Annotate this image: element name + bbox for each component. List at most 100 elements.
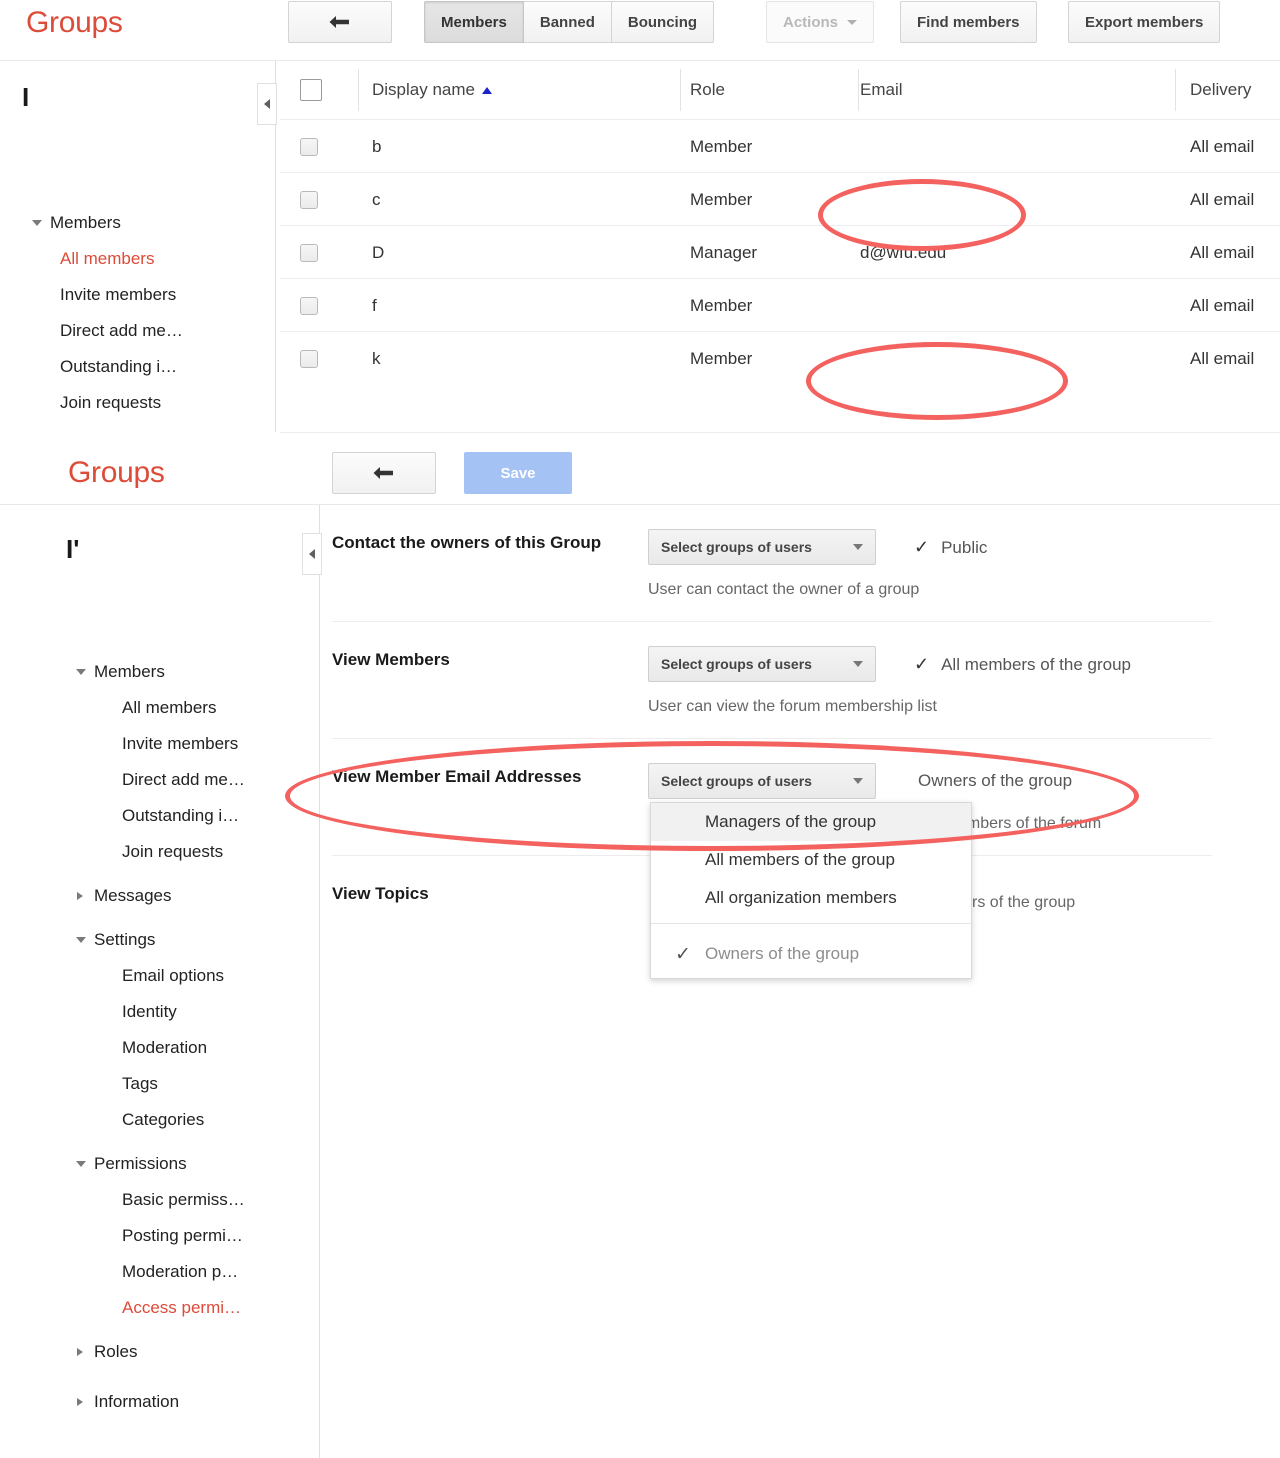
cell-email	[860, 279, 1160, 332]
sidebar-item-all-members[interactable]: All members	[76, 690, 245, 726]
sidebar-group-permissions[interactable]: Permissions	[76, 1146, 245, 1182]
sidebar-item-outstanding-invites[interactable]: Outstanding i…	[76, 798, 245, 834]
column-header-display-name[interactable]: Display name	[372, 61, 652, 119]
sidebar-group-information-label: Information	[94, 1392, 179, 1412]
sidebar-item-invite-members[interactable]: Invite members	[76, 726, 245, 762]
sidebar-group-messages[interactable]: Messages	[76, 878, 245, 914]
export-members-button[interactable]: Export members	[1068, 1, 1220, 43]
sidebar-item-access-permissions[interactable]: Access permi…	[76, 1290, 245, 1326]
save-button[interactable]: Save	[464, 452, 572, 494]
save-button-inner[interactable]: Save	[464, 452, 572, 494]
back-button-2[interactable]	[332, 452, 436, 494]
row-checkbox-cell	[300, 279, 348, 332]
menu-item-all-members-of-the-group[interactable]: All members of the group	[651, 841, 971, 879]
back-button[interactable]	[288, 1, 392, 43]
sidebar-item-tags[interactable]: Tags	[76, 1066, 245, 1102]
sidebar-item-basic-permissions[interactable]: Basic permiss…	[76, 1182, 245, 1218]
sidebar-item-all-members[interactable]: All members	[32, 241, 183, 277]
sidebar-group-settings[interactable]: Settings	[76, 922, 245, 958]
export-members-inner[interactable]: Export members	[1068, 1, 1220, 43]
table-header-row: Display name Role Email Delivery	[280, 61, 1280, 119]
row-checkbox-cell	[300, 332, 348, 385]
cell-role: Manager	[690, 226, 850, 279]
sidebar-group-roles[interactable]: Roles	[76, 1334, 245, 1370]
triangle-down-icon	[76, 937, 94, 943]
table-row[interactable]: b Member All email	[280, 119, 1280, 172]
sidebar-item-direct-add-members[interactable]: Direct add me…	[76, 762, 245, 798]
cell-display-name: k	[372, 332, 652, 385]
select-groups-of-users-dropdown[interactable]: Select groups of users	[648, 529, 876, 565]
find-members-button[interactable]: Find members	[900, 1, 1037, 43]
tab-bouncing[interactable]: Bouncing	[612, 1, 714, 43]
sidebar-item-moderation-permissions[interactable]: Moderation p…	[76, 1254, 245, 1290]
sidebar-collapse-button[interactable]	[257, 83, 277, 125]
column-header-role[interactable]: Role	[690, 61, 850, 119]
sidebar-item-basic-permissions-label: Basic permiss…	[76, 1190, 245, 1210]
setting-help-text: User can contact the owner of a group	[648, 581, 1212, 599]
setting-label: View Members	[332, 648, 622, 672]
sidebar-item-invite-members-label: Invite members	[76, 734, 238, 754]
setting-row-contact-owners: Contact the owners of this Group Select …	[332, 505, 1212, 622]
sidebar-item-direct-add-members-label: Direct add me…	[32, 321, 183, 341]
sidebar-item-tags-label: Tags	[76, 1074, 158, 1094]
table-row[interactable]: f Member All email	[280, 278, 1280, 331]
sidebar-group-members[interactable]: Members	[76, 654, 245, 690]
back-button-inner[interactable]	[288, 1, 392, 43]
group-name-label: I	[22, 82, 29, 113]
sidebar-item-email-options[interactable]: Email options	[76, 958, 245, 994]
sidebar-collapse-button-2[interactable]	[302, 533, 322, 575]
menu-separator	[651, 923, 971, 924]
sidebar-item-outstanding-invites[interactable]: Outstanding i…	[32, 349, 183, 385]
chevron-down-icon	[853, 661, 863, 667]
sidebar-item-moderation-permissions-label: Moderation p…	[76, 1262, 238, 1282]
back-button-2-inner[interactable]	[332, 452, 436, 494]
col-divider	[858, 69, 859, 111]
find-members-inner[interactable]: Find members	[900, 1, 1037, 43]
tab-members[interactable]: Members	[424, 1, 524, 43]
sidebar-item-invite-members[interactable]: Invite members	[32, 277, 183, 313]
cell-display-name: D	[372, 226, 652, 279]
sidebar-item-categories[interactable]: Categories	[76, 1102, 245, 1138]
select-groups-label: Select groups of users	[661, 656, 812, 672]
select-all-checkbox-cell	[300, 61, 348, 119]
row-checkbox[interactable]	[300, 138, 318, 156]
table-row[interactable]: k Member All email	[280, 331, 1280, 384]
menu-item-all-organization-members[interactable]: All organization members	[651, 879, 971, 917]
cell-delivery: All email	[1190, 120, 1280, 173]
setting-control: Select groups of users Owners of the gro…	[648, 763, 1212, 799]
row-checkbox[interactable]	[300, 244, 318, 262]
column-header-delivery[interactable]: Delivery	[1190, 61, 1280, 119]
select-groups-of-users-dropdown-open[interactable]: Select groups of users	[648, 763, 876, 799]
select-groups-of-users-dropdown[interactable]: Select groups of users	[648, 646, 876, 682]
sidebar-group-members[interactable]: Members	[32, 205, 183, 241]
menu-item-owners-label: Owners of the group	[705, 944, 859, 964]
sidebar-item-moderation[interactable]: Moderation	[76, 1030, 245, 1066]
setting-value: ✓ All members of the group	[914, 654, 1131, 675]
tab-banned[interactable]: Banned	[524, 1, 612, 43]
members-nav: Members All members Invite members Direc…	[32, 205, 183, 421]
setting-control: Select groups of users ✓ Public	[648, 529, 1212, 565]
page-title-2: Groups	[68, 458, 165, 488]
menu-item-owners-of-the-group[interactable]: ✓ Owners of the group	[651, 930, 971, 978]
row-checkbox-cell	[300, 173, 348, 226]
select-all-checkbox[interactable]	[300, 79, 322, 101]
sidebar-item-identity[interactable]: Identity	[76, 994, 245, 1030]
menu-item-managers-of-the-group[interactable]: Managers of the group	[651, 803, 971, 841]
table-row[interactable]: c Member All email	[280, 172, 1280, 225]
table-row[interactable]: D Manager d@wfu.edu All email	[280, 225, 1280, 278]
row-checkbox[interactable]	[300, 191, 318, 209]
sidebar-group-settings-label: Settings	[94, 930, 155, 950]
actions-dropdown-button[interactable]: Actions	[766, 1, 874, 43]
col-divider	[1175, 69, 1176, 111]
sidebar-item-join-requests[interactable]: Join requests	[76, 834, 245, 870]
row-checkbox[interactable]	[300, 297, 318, 315]
actions-dropdown-inner[interactable]: Actions	[766, 1, 874, 43]
column-header-email[interactable]: Email	[860, 61, 1160, 119]
sidebar-item-posting-permissions[interactable]: Posting permi…	[76, 1218, 245, 1254]
check-icon: ✓	[914, 537, 929, 557]
sidebar-item-direct-add-members[interactable]: Direct add me…	[32, 313, 183, 349]
row-checkbox[interactable]	[300, 350, 318, 368]
sidebar-group-information[interactable]: Information	[76, 1384, 245, 1420]
sidebar-item-join-requests[interactable]: Join requests	[32, 385, 183, 421]
groups-of-users-dropdown-menu[interactable]: Managers of the group All members of the…	[650, 802, 972, 979]
